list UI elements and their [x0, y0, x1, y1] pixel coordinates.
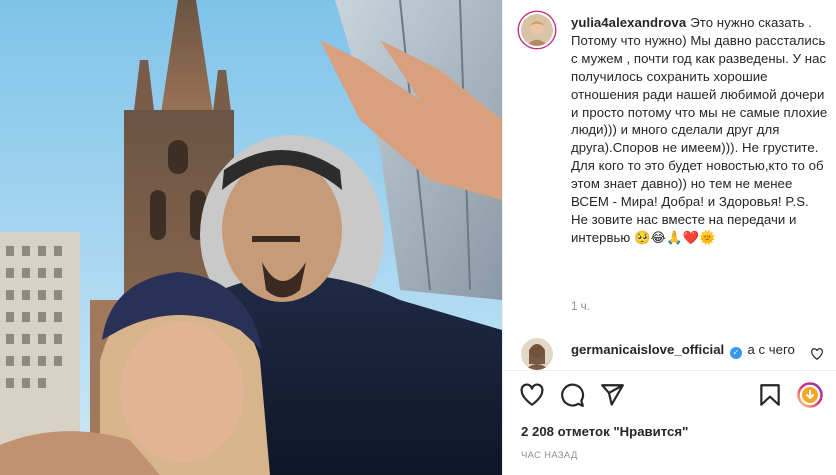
author-avatar[interactable]: [519, 12, 555, 48]
caption-author[interactable]: yulia4alexandrova: [571, 15, 686, 30]
post-photo[interactable]: [0, 0, 502, 475]
circular-download-icon[interactable]: [797, 382, 823, 408]
caption-area[interactable]: yulia4alexandrova Это нужно сказать . Пот…: [503, 0, 836, 370]
post-sidebar: yulia4alexandrova Это нужно сказать . Пот…: [502, 0, 836, 475]
bookmark-icon[interactable]: [757, 382, 783, 408]
heart-small-icon[interactable]: [810, 347, 824, 361]
commenter-avatar[interactable]: [521, 338, 553, 370]
comment-author[interactable]: germanicaislove_official: [571, 342, 724, 357]
verified-badge-icon: ✓: [729, 347, 742, 359]
heart-outline-icon[interactable]: [519, 382, 545, 408]
comment-text: а с чего: [747, 342, 795, 357]
likes-count[interactable]: 2 208 отметок "Нравится": [521, 424, 688, 439]
caption-timestamp[interactable]: 1 ч.: [571, 301, 590, 313]
post-date[interactable]: ЧАС НАЗАД: [521, 450, 578, 461]
instagram-post: yulia4alexandrova Это нужно сказать . Пот…: [0, 0, 836, 475]
action-bar: [503, 374, 836, 414]
speech-bubble-icon[interactable]: [559, 382, 585, 408]
paper-plane-icon[interactable]: [599, 382, 625, 408]
caption-text: Это нужно сказать . Потому что нужно) Мы…: [571, 15, 832, 245]
comment: germanicaislove_official ✓ а с чего: [571, 342, 795, 359]
post-caption: yulia4alexandrova Это нужно сказать . Пот…: [571, 14, 829, 247]
divider: [503, 370, 836, 371]
